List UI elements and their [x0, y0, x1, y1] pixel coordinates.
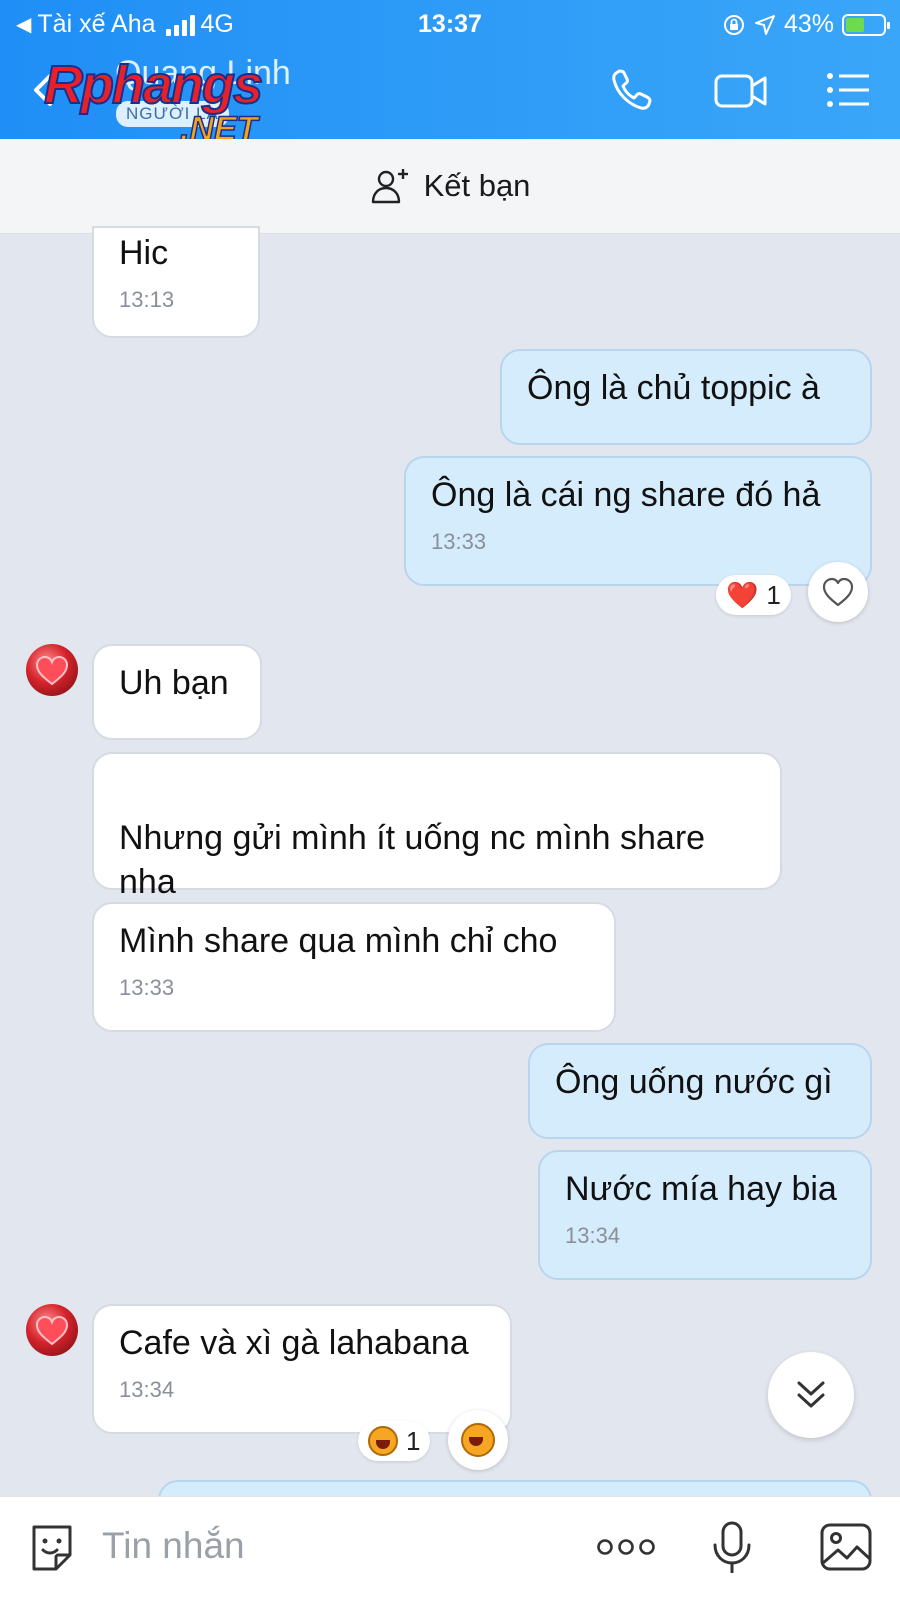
message-text: Mình share qua mình chỉ cho — [119, 922, 558, 960]
message-text: Ông là chủ toppic à — [527, 369, 820, 407]
reaction-count: 1 — [766, 579, 781, 610]
message-bubble[interactable]: Mình share qua mình chỉ cho 13:33 — [92, 902, 616, 1032]
message-text: Nước mía hay bia — [565, 1170, 837, 1208]
heart-avatar-icon — [35, 655, 69, 686]
more-dots-icon[interactable] — [596, 1535, 656, 1559]
battery-icon — [842, 13, 890, 36]
status-bar: ◀ Tài xế Aha 4G 13:37 43% — [0, 6, 900, 42]
message-bubble[interactable]: Uh bạn — [92, 644, 262, 740]
message-bubble[interactable]: Hic 13:13 — [92, 226, 260, 338]
heart-reaction-icon: ❤️ — [726, 579, 759, 610]
message-text: Nhưng gửi mình ít uống nc mình share nha — [119, 819, 706, 902]
stranger-badge: NGƯỜI LẠ — [116, 101, 229, 127]
message-bubble[interactable]: Nước mía hay bia 13:34 — [538, 1150, 872, 1280]
location-icon — [754, 14, 775, 35]
laugh-reaction-icon — [461, 1423, 495, 1457]
reaction-count: 1 — [406, 1425, 421, 1456]
image-icon[interactable] — [818, 1519, 874, 1575]
message-time: 13:34 — [119, 1377, 175, 1402]
battery-percent: 43% — [783, 10, 834, 38]
contact-name[interactable]: Quang Linh — [115, 54, 291, 93]
message-text: Hic — [119, 234, 169, 272]
laugh-reaction-icon — [368, 1426, 398, 1456]
message-bubble[interactable]: Nhưng gửi mình ít uống nc mình share nha — [92, 752, 782, 901]
react-button[interactable] — [448, 1410, 508, 1470]
react-button[interactable] — [808, 562, 868, 622]
status-right: 43% — [722, 10, 890, 39]
microphone-icon[interactable] — [710, 1519, 754, 1577]
message-text: Ông uống nước gì — [555, 1063, 833, 1101]
add-friend-icon — [371, 169, 408, 204]
message-text: Uh bạn — [119, 664, 229, 702]
double-chevron-down-icon — [797, 1381, 825, 1408]
phone-icon[interactable] — [608, 66, 656, 114]
add-friend-bar[interactable]: Kết bạn — [0, 139, 900, 234]
scroll-to-bottom-button[interactable] — [768, 1352, 854, 1438]
add-friend-label: Kết bạn — [423, 168, 531, 203]
message-time: 13:34 — [565, 1223, 621, 1248]
message-bubble[interactable]: Ông là cái ng share đó hả 13:33 — [404, 456, 872, 586]
heart-avatar-icon — [35, 1315, 69, 1346]
message-time: 13:33 — [431, 529, 487, 554]
menu-list-icon[interactable] — [824, 66, 874, 114]
back-icon[interactable] — [30, 72, 56, 108]
message-text: Ông là cái ng share đó hả — [431, 476, 821, 514]
message-bubble[interactable]: Ông là chủ toppic à — [500, 349, 872, 445]
message-composer: Tin nhắn — [0, 1496, 900, 1600]
orientation-lock-icon — [723, 14, 744, 35]
reaction-summary[interactable]: 1 — [358, 1421, 431, 1461]
reaction-summary[interactable]: ❤️ 1 — [716, 575, 791, 615]
message-input[interactable]: Tin nhắn — [102, 1525, 245, 1567]
avatar[interactable] — [26, 1304, 78, 1356]
message-time: 13:13 — [119, 287, 175, 312]
video-call-icon[interactable] — [712, 66, 770, 114]
message-bubble[interactable]: Cafe và xì gà lahabana 13:34 — [92, 1304, 512, 1434]
message-time: 13:33 — [119, 975, 175, 1000]
chat-header: ◀ Tài xế Aha 4G 13:37 43% Quang Linh NGƯ… — [0, 0, 900, 149]
sticker-icon[interactable] — [26, 1519, 78, 1575]
message-text: Cafe và xì gà lahabana — [119, 1324, 469, 1362]
message-bubble[interactable]: Ông uống nước gì — [528, 1043, 872, 1139]
heart-outline-icon — [822, 577, 854, 607]
avatar[interactable] — [26, 644, 78, 696]
